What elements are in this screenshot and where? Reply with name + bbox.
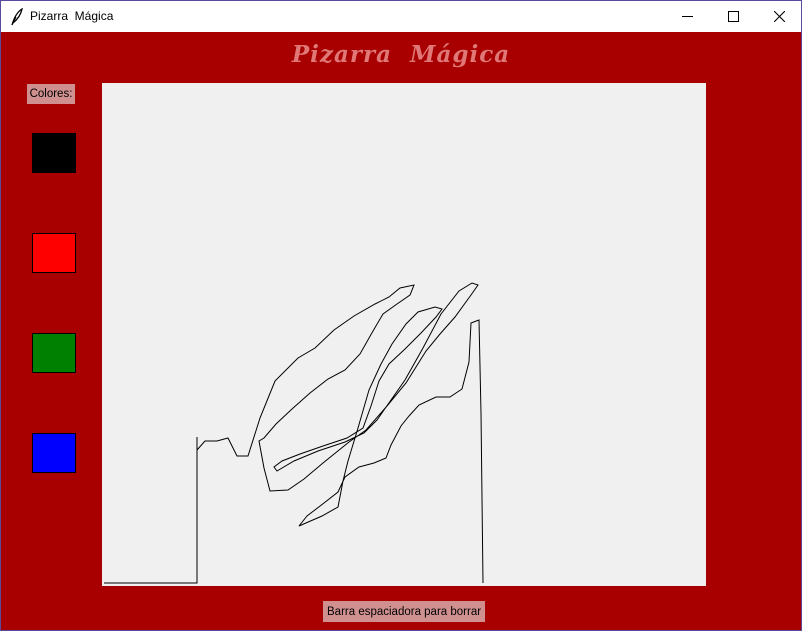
color-swatch-green[interactable] (32, 333, 76, 373)
color-swatch-red[interactable] (32, 233, 76, 273)
app-window: Pizarra Mágica Pizarra Mágica Colores: B… (0, 0, 802, 631)
maximize-icon (727, 11, 739, 22)
minimize-button[interactable] (664, 1, 710, 32)
drawing-strokes (104, 282, 484, 584)
color-swatch-blue[interactable] (32, 433, 76, 473)
erase-hint-label: Barra espaciadora para borrar (323, 601, 486, 622)
close-icon (773, 11, 785, 22)
window-title: Pizarra Mágica (30, 9, 114, 23)
color-swatch-black[interactable] (32, 133, 76, 173)
freehand-stroke (104, 282, 484, 584)
colors-label: Colores: (27, 84, 75, 104)
drawing-canvas[interactable] (102, 83, 706, 586)
app-heading: Pizarra Mágica (291, 41, 511, 68)
title-bar[interactable]: Pizarra Mágica (1, 1, 801, 32)
close-button[interactable] (756, 1, 801, 32)
minimize-icon (681, 11, 693, 22)
feather-icon (10, 7, 24, 26)
maximize-button[interactable] (710, 1, 756, 32)
